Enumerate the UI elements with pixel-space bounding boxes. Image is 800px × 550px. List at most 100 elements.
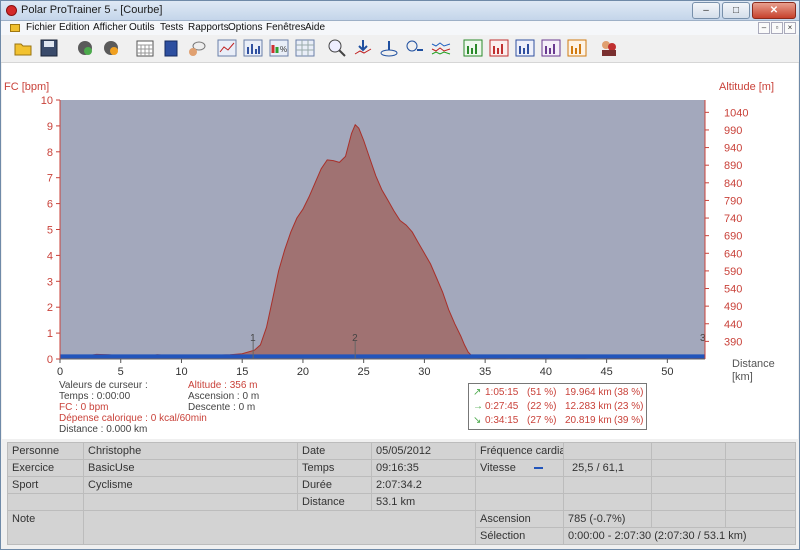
right-tick-label: 490 — [724, 301, 742, 313]
open-folder-icon[interactable] — [13, 38, 33, 58]
save-icon[interactable] — [39, 38, 59, 58]
zone2-icon[interactable] — [489, 38, 509, 58]
left-axis-label: FC [bpm] — [4, 81, 49, 93]
vitesse-label-text: Vitesse — [480, 462, 516, 474]
cursor-descente: Descente : 0 m — [188, 402, 256, 413]
stat-time: 0:27:45 — [485, 401, 519, 412]
exercice-value[interactable]: BasicUse — [83, 459, 298, 477]
upload-icon[interactable] — [379, 38, 399, 58]
left-tick-label: 1 — [47, 328, 53, 340]
svg-text:%: % — [280, 45, 287, 54]
note-field[interactable] — [83, 510, 476, 545]
exercice-label: Exercice — [7, 459, 84, 477]
zone5-icon[interactable] — [567, 38, 587, 58]
chat-icon[interactable] — [187, 38, 207, 58]
users-icon[interactable] — [599, 38, 619, 58]
x-tick-label: 10 — [175, 366, 187, 378]
date-label: Date — [297, 442, 372, 460]
mdi-restore-button[interactable]: ▫ — [771, 22, 783, 34]
personne-value[interactable]: Christophe — [83, 442, 298, 460]
empty-cell — [83, 493, 298, 511]
left-tick-label: 4 — [47, 250, 53, 262]
line-chart-icon[interactable] — [217, 38, 237, 58]
x-tick-label: 15 — [236, 366, 248, 378]
menu-fenetres[interactable]: Fenêtres — [266, 22, 305, 33]
ascension-label: Ascension — [475, 510, 564, 528]
cursor-values-panel: Valeurs de curseur : Temps : 0:00:00 FC … — [59, 380, 459, 438]
menu-afficher[interactable]: Afficher — [93, 22, 127, 33]
stat-dist-pct: (23 %) — [614, 401, 644, 412]
selection-label: Sélection — [475, 527, 564, 545]
stat-time-pct: (22 %) — [527, 401, 557, 412]
toolbar: % — [1, 35, 799, 63]
left-tick-label: 10 — [41, 95, 53, 107]
sync-icon[interactable] — [101, 38, 121, 58]
mdi-close-button[interactable]: × — [784, 22, 796, 34]
diary-icon[interactable] — [161, 38, 181, 58]
empty-cell — [651, 493, 726, 511]
left-tick-label: 3 — [47, 276, 53, 288]
marker-icon[interactable] — [353, 38, 373, 58]
main-window: Polar ProTrainer 5 - [Courbe] – □ ✕ Fich… — [0, 0, 800, 550]
lap-marker-label: 1 — [250, 333, 256, 344]
zone4-icon[interactable] — [541, 38, 561, 58]
empty-cell — [651, 459, 726, 477]
left-tick-label: 6 — [47, 199, 53, 211]
menu-outils[interactable]: Outils — [129, 22, 155, 33]
fc-label: Fréquence cardia — [475, 442, 564, 460]
duree-label: Durée — [297, 476, 372, 494]
cursor-time: Temps : 0:00:00 — [59, 391, 131, 402]
empty-cell — [725, 459, 796, 477]
right-tick-label: 990 — [724, 125, 742, 137]
empty-cell — [475, 493, 564, 511]
menu-edition[interactable]: Edition — [59, 22, 90, 33]
stat-dist: 19.964 km — [565, 387, 612, 398]
zone3-icon[interactable] — [515, 38, 535, 58]
stat-time: 0:34:15 — [485, 415, 519, 426]
empty-cell — [563, 442, 652, 460]
bar-chart-icon[interactable] — [243, 38, 263, 58]
x-tick-label: 40 — [540, 366, 552, 378]
cursor-calories: Dépense calorique : 0 kcal/60min — [59, 413, 207, 424]
speed-legend-icon — [533, 467, 543, 470]
close-button[interactable]: ✕ — [752, 2, 796, 19]
menu-rapports[interactable]: Rapports — [188, 22, 229, 33]
maximize-button[interactable]: □ — [722, 2, 750, 19]
refresh-icon[interactable] — [75, 38, 95, 58]
left-tick-label: 7 — [47, 173, 53, 185]
left-tick-label: 0 — [47, 354, 53, 366]
menu-tests[interactable]: Tests — [160, 22, 183, 33]
x-tick-label: 50 — [661, 366, 673, 378]
calendar-icon[interactable] — [135, 38, 155, 58]
empty-cell — [7, 493, 84, 511]
empty-cell — [725, 493, 796, 511]
mdi-minimize-button[interactable]: – — [758, 22, 770, 34]
right-tick-label: 940 — [724, 143, 742, 155]
arrow-up-icon: ↗ — [473, 387, 482, 398]
zone1-icon[interactable] — [463, 38, 483, 58]
right-tick-label: 640 — [724, 248, 742, 260]
download-icon[interactable] — [405, 38, 425, 58]
right-tick-label: 790 — [724, 195, 742, 207]
multi-curve-icon[interactable] — [431, 38, 451, 58]
percent-chart-icon[interactable]: % — [269, 38, 289, 58]
lap-marker-label: 2 — [352, 333, 358, 344]
session-info-table: Personne Christophe Date 05/05/2012 Fréq… — [7, 442, 796, 545]
x-tick-label: 5 — [118, 366, 124, 378]
zoom-icon[interactable] — [327, 38, 347, 58]
menu-fichier[interactable]: Fichier — [26, 22, 56, 33]
menu-options[interactable]: Options — [228, 22, 262, 33]
sport-label: Sport — [7, 476, 84, 494]
minimize-button[interactable]: – — [692, 2, 720, 19]
menu-aide[interactable]: Aide — [305, 22, 325, 33]
document-icon — [10, 24, 20, 32]
empty-cell — [563, 476, 652, 494]
sport-value[interactable]: Cyclisme — [83, 476, 298, 494]
grid-icon[interactable] — [295, 38, 315, 58]
right-tick-label: 840 — [724, 178, 742, 190]
x-axis-label: Distance — [732, 358, 775, 370]
arrow-right-icon: → — [473, 401, 483, 412]
slope-stats-box: ↗ 1:05:15 (51 %) 19.964 km (38 %) → 0:27… — [468, 383, 647, 430]
right-axis-label: Altitude [m] — [719, 81, 774, 93]
window-title: Polar ProTrainer 5 - [Courbe] — [21, 4, 163, 16]
